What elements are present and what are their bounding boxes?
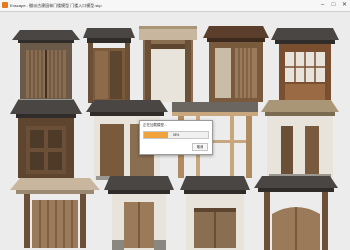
window-titlebar: Enscape - 徽派古建园林门楼模型 门楼入口模型.skp – □ ✕ — [0, 0, 350, 12]
gate-model-13 — [254, 176, 338, 250]
model-viewport[interactable]: 正在加载模型… 38% 取消 — [0, 12, 350, 250]
gate-model-6 — [10, 100, 82, 178]
close-button[interactable]: ✕ — [339, 0, 350, 11]
app-icon — [2, 2, 8, 8]
progress-label: 38% — [172, 133, 180, 137]
progress-bar: 38% — [143, 131, 209, 139]
window-title: Enscape - 徽派古建园林门楼模型 门楼入口模型.skp — [10, 3, 102, 8]
gate-model-2 — [83, 28, 135, 103]
gate-model-12 — [180, 176, 250, 250]
loading-dialog: 正在加载模型… 38% 取消 — [139, 120, 213, 155]
gate-model-1 — [12, 30, 80, 103]
gate-model-4 — [203, 26, 269, 102]
gate-model-11 — [104, 176, 174, 250]
maximize-button[interactable]: □ — [328, 0, 339, 11]
gate-model-9 — [261, 100, 339, 178]
dialog-title: 正在加载模型… — [143, 123, 168, 127]
cancel-button[interactable]: 取消 — [192, 143, 208, 151]
gate-model-10 — [10, 178, 100, 248]
gate-model-3 — [139, 26, 197, 102]
gate-model-5 — [271, 28, 339, 102]
minimize-button[interactable]: – — [317, 0, 328, 11]
